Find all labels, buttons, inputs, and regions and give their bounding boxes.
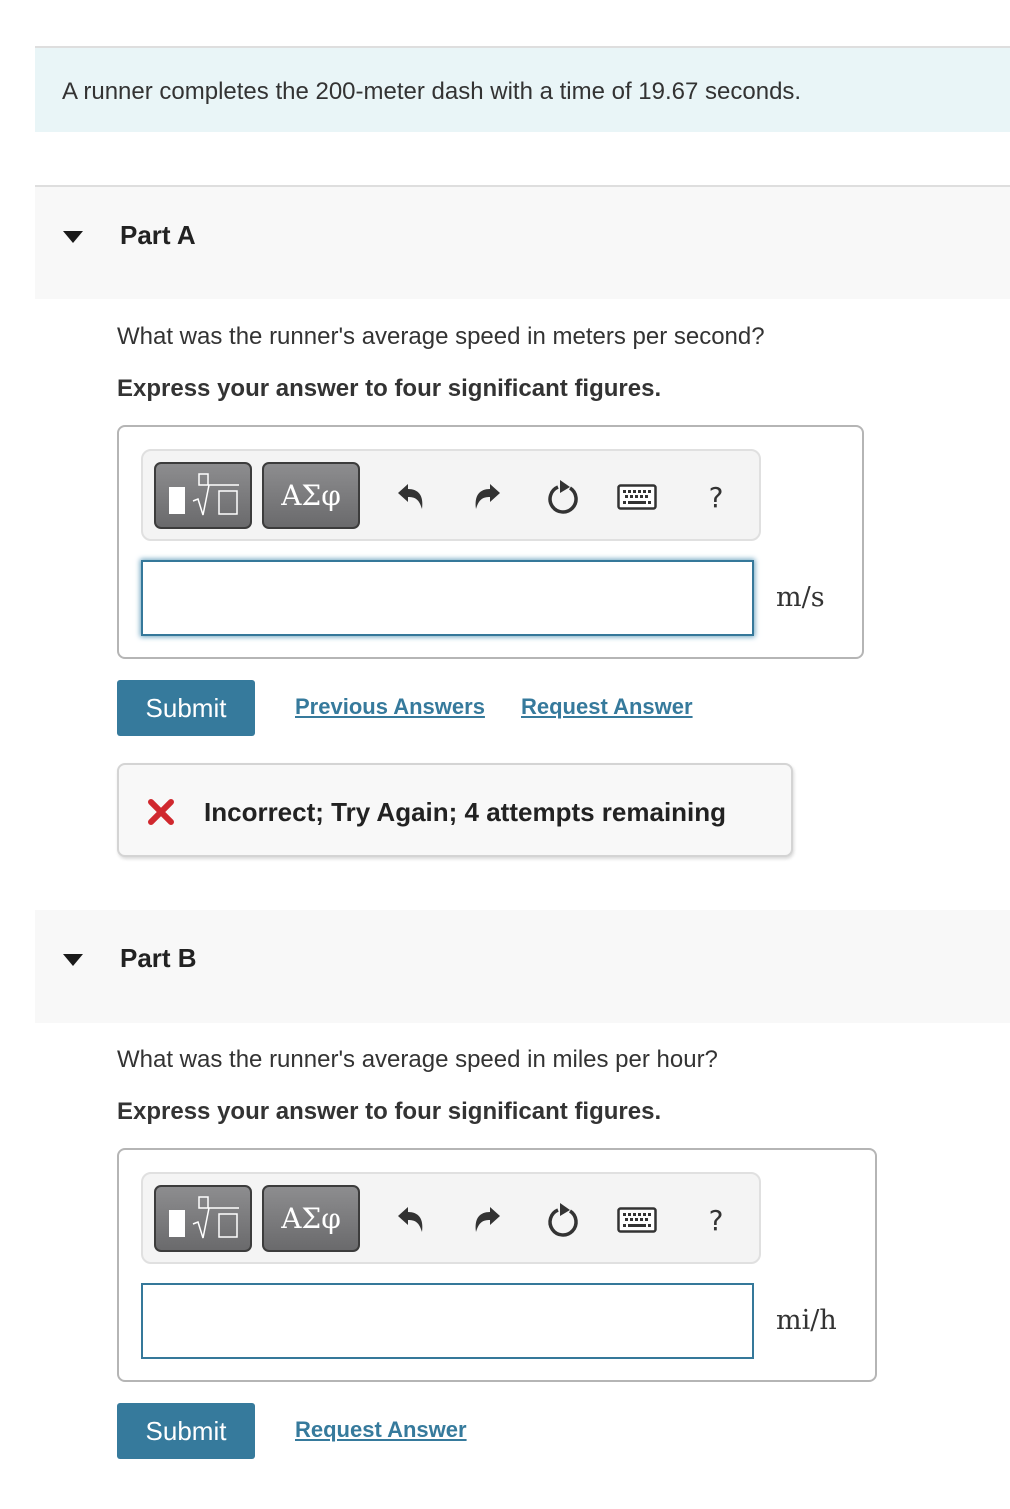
greek-symbols-button[interactable]: ΑΣφ [262, 1185, 360, 1252]
redo-icon[interactable] [467, 477, 507, 517]
part-a-title: Part A [120, 220, 196, 250]
part-a-instruction: Express your answer to four significant … [117, 375, 662, 402]
templates-button[interactable] [154, 462, 252, 529]
problem-statement: A runner completes the 200-meter dash wi… [62, 78, 802, 105]
undo-icon[interactable] [391, 477, 431, 517]
templates-icon [169, 472, 239, 515]
templates-icon [169, 1195, 239, 1238]
part-a-answer-box: ΑΣφ ? m/s [117, 425, 864, 659]
part-a-header[interactable]: Part A [35, 185, 1010, 299]
part-b-submit-button[interactable]: Submit [117, 1403, 255, 1459]
reset-icon[interactable] [543, 1200, 583, 1240]
collapse-triangle-icon[interactable] [63, 231, 83, 243]
undo-icon[interactable] [391, 1200, 431, 1240]
part-a-submit-button[interactable]: Submit [117, 680, 255, 736]
previous-answers-link[interactable]: Previous Answers [295, 694, 485, 720]
math-toolbar: ΑΣφ ? [141, 1172, 761, 1264]
redo-icon[interactable] [467, 1200, 507, 1240]
part-a-answer-input[interactable] [141, 560, 754, 636]
part-b-unit: mi/h [776, 1305, 837, 1336]
part-b-instruction: Express your answer to four significant … [117, 1098, 662, 1125]
part-b-question: What was the runner's average speed in m… [117, 1046, 718, 1073]
part-b-answer-box: ΑΣφ ? mi/h [117, 1148, 877, 1382]
incorrect-x-icon [148, 799, 174, 825]
feedback-message: Incorrect; Try Again; 4 attempts remaini… [204, 797, 727, 827]
greek-symbols-button[interactable]: ΑΣφ [262, 462, 360, 529]
feedback-panel: Incorrect; Try Again; 4 attempts remaini… [117, 763, 793, 857]
keyboard-icon[interactable] [617, 477, 657, 517]
part-a-question: What was the runner's average speed in m… [117, 323, 765, 350]
help-button[interactable]: ? [696, 477, 736, 517]
reset-icon[interactable] [543, 477, 583, 517]
templates-button[interactable] [154, 1185, 252, 1252]
keyboard-icon[interactable] [617, 1200, 657, 1240]
collapse-triangle-icon[interactable] [63, 954, 83, 966]
part-a-request-answer-link[interactable]: Request Answer [521, 694, 693, 720]
part-b-title: Part B [120, 943, 197, 973]
part-b-header[interactable]: Part B [35, 910, 1010, 1023]
problem-statement-panel: A runner completes the 200-meter dash wi… [35, 46, 1010, 132]
part-a-unit: m/s [776, 582, 825, 613]
help-button[interactable]: ? [696, 1200, 736, 1240]
part-b-answer-input[interactable] [141, 1283, 754, 1359]
math-toolbar: ΑΣφ ? [141, 449, 761, 541]
part-b-request-answer-link[interactable]: Request Answer [295, 1417, 467, 1443]
